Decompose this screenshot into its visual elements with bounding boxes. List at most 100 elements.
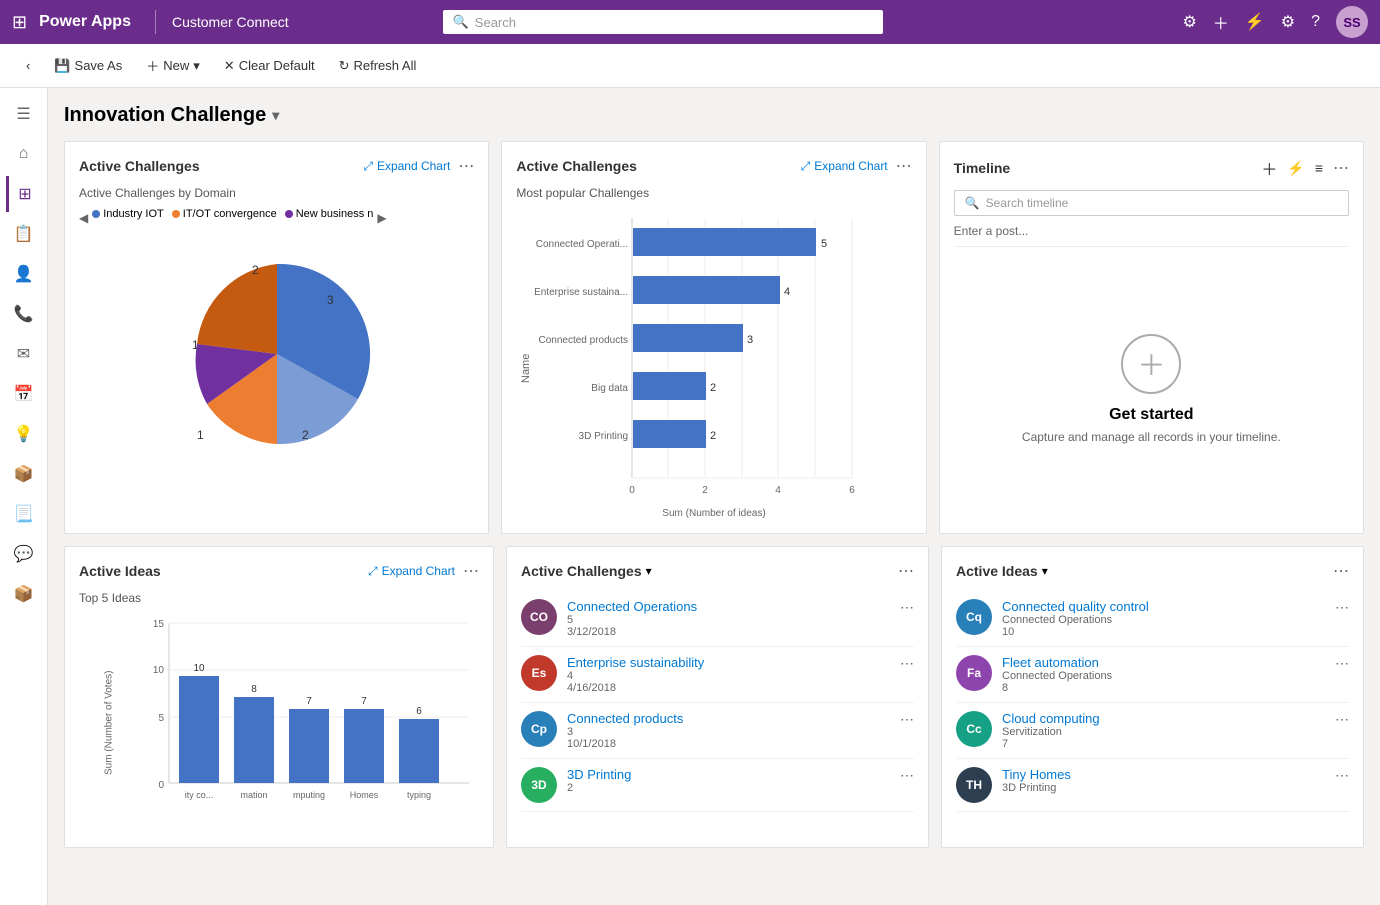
list-item: Fa Fleet automation Connected Operations… (956, 647, 1349, 703)
list-item-content-cp: Connected products 3 10/1/2018 (567, 711, 890, 750)
list-item-more-cc[interactable]: ⋯ (1335, 711, 1349, 728)
pie-more-button[interactable]: ⋯ (458, 156, 474, 176)
sidebar-item-home[interactable]: ⌂ (6, 136, 42, 172)
sidebar-item-box[interactable]: 📦 (6, 576, 42, 612)
list-item-name-fa[interactable]: Fleet automation (1002, 655, 1325, 670)
ideas-list-header: Active Ideas ▾ ⋯ (956, 561, 1349, 581)
chart-legend: Industry IOT IT/OT convergence New busin… (92, 208, 373, 220)
list-item-more-cp[interactable]: ⋯ (900, 711, 914, 728)
challenges-list-more[interactable]: ⋯ (898, 561, 914, 581)
filter-icon[interactable]: ⚡ (1245, 12, 1265, 32)
save-as-button[interactable]: 💾 Save As (44, 52, 132, 80)
active-ideas-chart-card: Active Ideas ⤢ Expand Chart ⋯ Top 5 Idea… (64, 546, 494, 848)
svg-text:0: 0 (630, 485, 636, 496)
list-item-name-cp[interactable]: Connected products (567, 711, 890, 726)
list-item-more-fa[interactable]: ⋯ (1335, 655, 1349, 672)
list-item-more-es[interactable]: ⋯ (900, 655, 914, 672)
svg-text:3D Printing: 3D Printing (579, 431, 628, 442)
apps-grid-icon[interactable]: ⊞ (12, 12, 27, 33)
add-icon[interactable]: ＋ (1213, 10, 1229, 34)
svg-text:Connected products: Connected products (539, 335, 629, 346)
list-item-count-es: 4 (567, 670, 890, 682)
timeline-search-bar[interactable]: 🔍 Search timeline (954, 190, 1349, 216)
sidebar-item-products[interactable]: 📦 (6, 456, 42, 492)
clear-default-button[interactable]: ✕ Clear Default (214, 52, 325, 80)
ideas-list-more[interactable]: ⋯ (1333, 561, 1349, 581)
global-search[interactable]: 🔍 Search (443, 10, 883, 34)
svg-text:Connected Operati...: Connected Operati... (536, 239, 628, 250)
legend-dot-it-ot (172, 210, 180, 218)
list-item-count-fa: 8 (1002, 682, 1325, 694)
svg-text:5: 5 (821, 238, 827, 250)
sidebar-item-chat[interactable]: 💬 (6, 536, 42, 572)
svg-text:4: 4 (784, 286, 790, 298)
sidebar-item-activities[interactable]: 📋 (6, 216, 42, 252)
new-button[interactable]: ＋ New ▾ (136, 50, 210, 81)
legend-prev-icon[interactable]: ◀ (79, 211, 88, 225)
user-avatar[interactable]: SS (1336, 6, 1368, 38)
list-item-more-3d[interactable]: ⋯ (900, 767, 914, 784)
list-item-name-3d[interactable]: 3D Printing (567, 767, 890, 782)
timeline-add-icon[interactable]: ＋ (1261, 156, 1277, 180)
svg-text:5: 5 (158, 713, 164, 724)
sidebar-item-list[interactable]: 📃 (6, 496, 42, 532)
bar-expand-button[interactable]: ⤢ Expand Chart (801, 159, 888, 174)
sidebar-item-mail[interactable]: ✉ (6, 336, 42, 372)
list-item-name-cc[interactable]: Cloud computing (1002, 711, 1325, 726)
refresh-all-button[interactable]: ↻ Refresh All (329, 52, 427, 80)
list-item-name-es[interactable]: Enterprise sustainability (567, 655, 890, 670)
challenges-list-title: Active Challenges (521, 563, 642, 579)
list-item-name-th[interactable]: Tiny Homes (1002, 767, 1325, 782)
svg-text:3: 3 (747, 334, 753, 346)
ideas-expand-button[interactable]: ⤢ Expand Chart (368, 564, 455, 579)
timeline-enter-post[interactable]: Enter a post... (954, 224, 1349, 247)
sidebar-item-menu[interactable]: ☰ (6, 96, 42, 132)
back-button[interactable]: ‹ (16, 52, 40, 79)
sidebar-item-phone[interactable]: 📞 (6, 296, 42, 332)
list-item-sub-cq: Connected Operations (1002, 614, 1325, 626)
content-area: Innovation Challenge ▾ Active Challenges… (48, 88, 1380, 905)
get-started-title: Get started (1109, 406, 1193, 424)
ideas-list-chevron[interactable]: ▾ (1042, 564, 1048, 578)
sidebar-item-dashboard[interactable]: ⊞ (6, 176, 42, 212)
list-item-more-cq[interactable]: ⋯ (1335, 599, 1349, 616)
list-item-date-co: 3/12/2018 (567, 626, 890, 638)
list-item-count-co: 5 (567, 614, 890, 626)
pie-card-actions: ⤢ Expand Chart ⋯ (363, 156, 474, 176)
timeline-card-header: Timeline ＋ ⚡ ≡ ⋯ (954, 156, 1349, 180)
svg-text:Big data: Big data (592, 383, 629, 394)
pie-expand-button[interactable]: ⤢ Expand Chart (363, 159, 450, 174)
list-item-more-th[interactable]: ⋯ (1335, 767, 1349, 784)
sidebar-item-ideas[interactable]: 💡 (6, 416, 42, 452)
bar-chart-subtitle: Most popular Challenges (516, 186, 911, 200)
settings-icon[interactable]: ⚙ (1182, 12, 1196, 32)
list-item-more-co[interactable]: ⋯ (900, 599, 914, 616)
sidebar-item-contacts[interactable]: 👤 (6, 256, 42, 292)
list-item: 3D 3D Printing 2 ⋯ (521, 759, 914, 812)
svg-text:1: 1 (197, 428, 204, 442)
clear-icon: ✕ (224, 58, 235, 74)
list-item-count-cc: 7 (1002, 738, 1325, 750)
timeline-empty-state: ＋ Get started Capture and manage all rec… (954, 259, 1349, 519)
ideas-expand-icon: ⤢ (368, 564, 378, 579)
nav-divider (155, 10, 156, 34)
legend-next-icon[interactable]: ▶ (377, 211, 386, 225)
new-icon: ＋ (146, 56, 159, 75)
timeline-filter-icon[interactable]: ⚡ (1287, 160, 1304, 177)
ideas-more-button[interactable]: ⋯ (463, 561, 479, 581)
svg-text:7: 7 (306, 696, 312, 707)
svg-text:2: 2 (710, 382, 716, 394)
help-icon[interactable]: ? (1311, 13, 1320, 31)
list-item-name-co[interactable]: Connected Operations (567, 599, 890, 614)
list-item-name-cq[interactable]: Connected quality control (1002, 599, 1325, 614)
gear-icon[interactable]: ⚙ (1281, 12, 1295, 32)
page-title-chevron[interactable]: ▾ (272, 107, 279, 124)
timeline-more-button[interactable]: ⋯ (1333, 158, 1349, 178)
list-item: TH Tiny Homes 3D Printing ⋯ (956, 759, 1349, 812)
challenges-list-chevron[interactable]: ▾ (646, 564, 652, 578)
timeline-sort-icon[interactable]: ≡ (1315, 160, 1323, 176)
bar-more-button[interactable]: ⋯ (896, 156, 912, 176)
sidebar-item-calendar[interactable]: 📅 (6, 376, 42, 412)
svg-text:6: 6 (416, 706, 422, 717)
legend-item-industry-iot: Industry IOT (92, 208, 164, 220)
